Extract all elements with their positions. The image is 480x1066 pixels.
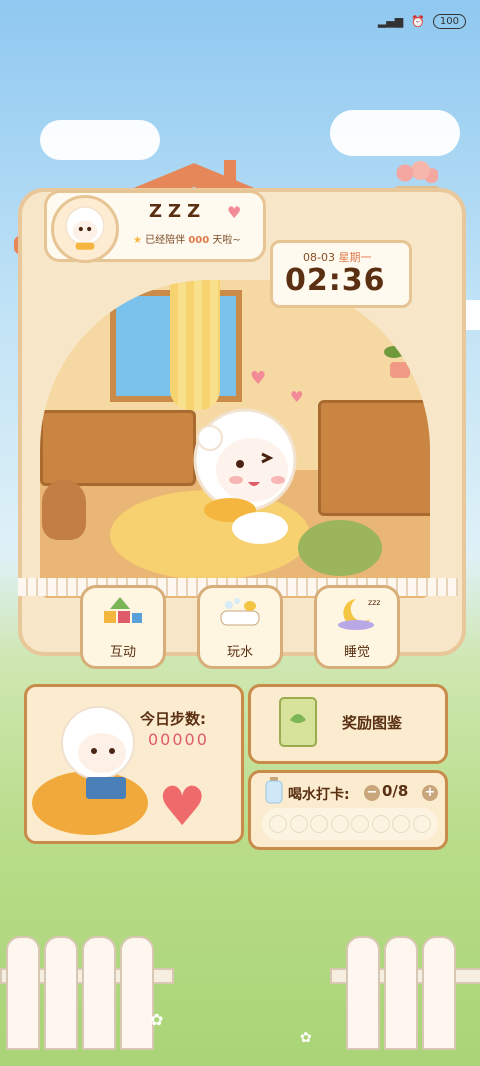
fence-post (82, 936, 116, 1050)
cup-slot (310, 815, 329, 833)
star-icon: ★ (133, 235, 142, 246)
heart-icon: ♥ (290, 388, 304, 406)
svg-text:zzz: zzz (368, 598, 380, 607)
play-water-button[interactable]: 玩水 (197, 585, 283, 669)
battery-indicator: 100 (432, 14, 466, 29)
sleep-button[interactable]: zzz 睡觉 (314, 585, 400, 669)
signal-icon: ▂▄▆ (377, 15, 404, 28)
avatar[interactable] (51, 195, 119, 263)
cup-slot (392, 815, 411, 833)
water-cups (262, 808, 438, 840)
status-bar: ▂▄▆ ⏰ 100 (378, 14, 466, 29)
rewards-label: 奖励图鉴 (342, 714, 403, 732)
bathtub-icon (220, 598, 260, 626)
interact-button[interactable]: 互动 (80, 585, 166, 669)
side-cabinet (318, 400, 430, 516)
companion-days: ★ 已经陪伴 000 天啦~ (133, 235, 241, 246)
reward-book-icon (279, 697, 317, 747)
water-plus-button[interactable]: + (422, 785, 438, 801)
steps-count: 00000 (148, 730, 209, 749)
fence-post (422, 936, 456, 1050)
clock-time: 02:36 (285, 263, 386, 298)
cup-slot (289, 815, 308, 833)
profile-card[interactable]: ZZZ ♥ ★ 已经陪伴 000 天啦~ (44, 190, 266, 263)
sheep-character[interactable] (170, 398, 320, 548)
flower-icon (394, 160, 438, 186)
moon-sleep-icon: zzz (338, 598, 380, 630)
heart-icon: ♥ (227, 203, 242, 222)
potted-plant (380, 340, 420, 380)
cup-slot (412, 815, 431, 833)
cup-slot (269, 815, 288, 833)
water-bottle-icon (265, 777, 283, 804)
fence-post (384, 936, 418, 1050)
fence-post (6, 936, 40, 1050)
water-progress: 0/8 (382, 782, 409, 800)
heart-icon: ♥ (158, 775, 207, 838)
heart-icon: ♥ (250, 368, 267, 389)
profile-name: ZZZ (149, 201, 207, 222)
steps-title: 今日步数: (140, 710, 206, 728)
curtain (170, 280, 220, 410)
teddy-bear-icon (42, 480, 86, 540)
water-minus-button[interactable]: − (364, 785, 380, 801)
flower-icon: ✿ (150, 1010, 164, 1029)
clock-card: 08-03 星期一 02:36 (270, 240, 412, 308)
cup-slot (351, 815, 370, 833)
room-scene[interactable]: ♥ ♥ (40, 280, 430, 598)
cup-slot (330, 815, 349, 833)
cup-slot (371, 815, 390, 833)
fence-post (120, 936, 154, 1050)
toy-blocks-icon (104, 597, 142, 623)
fence-post (346, 936, 380, 1050)
flower-icon: ✿ (300, 1030, 312, 1046)
water-label: 喝水打卡: (288, 787, 350, 803)
fence-post (44, 936, 78, 1050)
alarm-icon: ⏰ (411, 15, 425, 28)
